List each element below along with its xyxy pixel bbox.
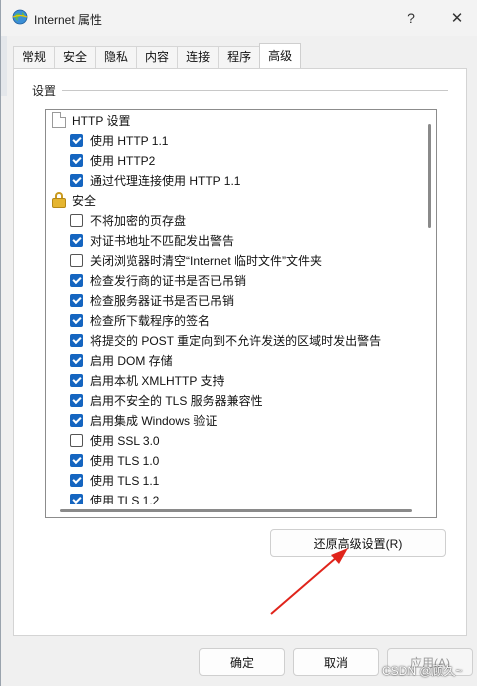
scroll-corner xyxy=(423,504,436,517)
setting-label: 使用 TLS 1.0 xyxy=(90,453,160,468)
horizontal-scrollbar[interactable] xyxy=(46,504,424,517)
setting-label: 启用本机 XMLHTTP 支持 xyxy=(90,373,225,388)
checkbox-checked[interactable] xyxy=(70,173,83,187)
group-divider xyxy=(62,90,448,91)
setting-label: 启用不安全的 TLS 服务器兼容性 xyxy=(90,393,263,408)
settings-option[interactable]: 使用 HTTP2 xyxy=(46,150,424,170)
setting-label: 启用集成 Windows 验证 xyxy=(90,413,218,428)
setting-label: 检查服务器证书是否已吊销 xyxy=(90,293,235,308)
setting-label: 使用 HTTP2 xyxy=(90,153,156,168)
window-title: Internet 属性 xyxy=(34,13,103,27)
lock-icon xyxy=(52,192,66,208)
checkbox-checked[interactable] xyxy=(70,313,83,327)
help-button[interactable]: ? xyxy=(397,6,425,30)
setting-label: HTTP 设置 xyxy=(72,113,131,128)
setting-label: 使用 TLS 1.1 xyxy=(90,473,160,488)
horizontal-scroll-thumb[interactable] xyxy=(60,509,412,512)
settings-tree[interactable]: HTTP 设置使用 HTTP 1.1 使用 HTTP2 通过代理连接使用 HTTP … xyxy=(45,109,437,518)
settings-option[interactable]: 检查服务器证书是否已吊销 xyxy=(46,290,424,310)
checkbox-checked[interactable] xyxy=(70,353,83,367)
checkbox-checked[interactable] xyxy=(70,153,83,167)
settings-group-label: 设置 xyxy=(32,84,57,98)
settings-category: HTTP 设置 xyxy=(46,110,424,130)
settings-option[interactable]: 对证书地址不匹配发出警告 xyxy=(46,230,424,250)
tab-strip: 常规 安全 隐私 内容 连接 程序 高级 xyxy=(13,43,302,68)
advanced-tab-panel: 设置 HTTP 设置使用 HTTP 1.1 使用 HTTP2 通过代理连接使用 HT… xyxy=(13,68,467,636)
settings-option[interactable]: 启用本机 XMLHTTP 支持 xyxy=(46,370,424,390)
tab-connections[interactable]: 连接 xyxy=(177,46,220,68)
checkbox-unchecked[interactable] xyxy=(70,253,83,267)
checkbox-unchecked[interactable] xyxy=(70,213,83,227)
restore-advanced-settings-button[interactable]: 还原高级设置(R) xyxy=(270,529,446,557)
settings-list: HTTP 设置使用 HTTP 1.1 使用 HTTP2 通过代理连接使用 HTTP … xyxy=(46,110,424,504)
settings-option[interactable]: 使用 HTTP 1.1 xyxy=(46,130,424,150)
settings-category: 安全 xyxy=(46,190,424,210)
setting-label: 检查所下载程序的签名 xyxy=(90,313,211,328)
checkbox-checked[interactable] xyxy=(70,273,83,287)
background-window-edge xyxy=(1,36,7,96)
settings-option[interactable]: 使用 TLS 1.0 xyxy=(46,450,424,470)
settings-option[interactable]: 使用 SSL 3.0 xyxy=(46,430,424,450)
watermark: CSDN @顾久~ xyxy=(382,664,463,678)
document-icon xyxy=(52,112,66,128)
checkbox-checked[interactable] xyxy=(70,453,83,467)
settings-option[interactable]: 通过代理连接使用 HTTP 1.1 xyxy=(46,170,424,190)
checkbox-checked[interactable] xyxy=(70,493,83,504)
vertical-scroll-thumb[interactable] xyxy=(428,124,431,228)
setting-label: 使用 TLS 1.2 xyxy=(90,493,160,505)
setting-label: 通过代理连接使用 HTTP 1.1 xyxy=(90,173,241,188)
settings-option[interactable]: 将提交的 POST 重定向到不允许发送的区域时发出警告 xyxy=(46,330,424,350)
checkbox-checked[interactable] xyxy=(70,333,83,347)
internet-globe-icon xyxy=(12,9,28,25)
tab-programs[interactable]: 程序 xyxy=(218,46,261,68)
tab-advanced[interactable]: 高级 xyxy=(259,43,302,68)
settings-option[interactable]: 检查所下载程序的签名 xyxy=(46,310,424,330)
internet-options-dialog: Internet 属性 ? ✕ 常规 安全 隐私 内容 连接 程序 高级 设置 … xyxy=(0,0,477,686)
settings-option[interactable]: 启用集成 Windows 验证 xyxy=(46,410,424,430)
tab-content[interactable]: 内容 xyxy=(136,46,179,68)
tab-security[interactable]: 安全 xyxy=(54,46,97,68)
close-button[interactable]: ✕ xyxy=(443,6,471,30)
checkbox-checked[interactable] xyxy=(70,413,83,427)
setting-label: 对证书地址不匹配发出警告 xyxy=(90,233,235,248)
settings-option[interactable]: 启用不安全的 TLS 服务器兼容性 xyxy=(46,390,424,410)
setting-label: 安全 xyxy=(72,193,97,208)
settings-option[interactable]: 使用 TLS 1.2 xyxy=(46,490,424,504)
setting-label: 使用 HTTP 1.1 xyxy=(90,133,169,148)
checkbox-checked[interactable] xyxy=(70,393,83,407)
settings-option[interactable]: 关闭浏览器时清空“Internet 临时文件”文件夹 xyxy=(46,250,424,270)
checkbox-unchecked[interactable] xyxy=(70,433,83,447)
settings-option[interactable]: 检查发行商的证书是否已吊销 xyxy=(46,270,424,290)
ok-button[interactable]: 确定 xyxy=(199,648,285,676)
checkbox-checked[interactable] xyxy=(70,233,83,247)
settings-option[interactable]: 使用 TLS 1.1 xyxy=(46,470,424,490)
checkbox-checked[interactable] xyxy=(70,473,83,487)
tab-privacy[interactable]: 隐私 xyxy=(95,46,138,68)
vertical-scrollbar[interactable] xyxy=(423,110,436,504)
title-bar[interactable]: Internet 属性 ? ✕ xyxy=(1,0,477,36)
tab-general[interactable]: 常规 xyxy=(13,46,56,68)
setting-label: 使用 SSL 3.0 xyxy=(90,433,160,448)
setting-label: 将提交的 POST 重定向到不允许发送的区域时发出警告 xyxy=(90,333,382,348)
setting-label: 检查发行商的证书是否已吊销 xyxy=(90,273,247,288)
checkbox-checked[interactable] xyxy=(70,293,83,307)
setting-label: 启用 DOM 存储 xyxy=(90,353,173,368)
settings-option[interactable]: 不将加密的页存盘 xyxy=(46,210,424,230)
checkbox-checked[interactable] xyxy=(70,373,83,387)
settings-option[interactable]: 启用 DOM 存储 xyxy=(46,350,424,370)
setting-label: 不将加密的页存盘 xyxy=(90,213,187,228)
checkbox-checked[interactable] xyxy=(70,133,83,147)
setting-label: 关闭浏览器时清空“Internet 临时文件”文件夹 xyxy=(90,253,323,268)
cancel-button[interactable]: 取消 xyxy=(293,648,379,676)
